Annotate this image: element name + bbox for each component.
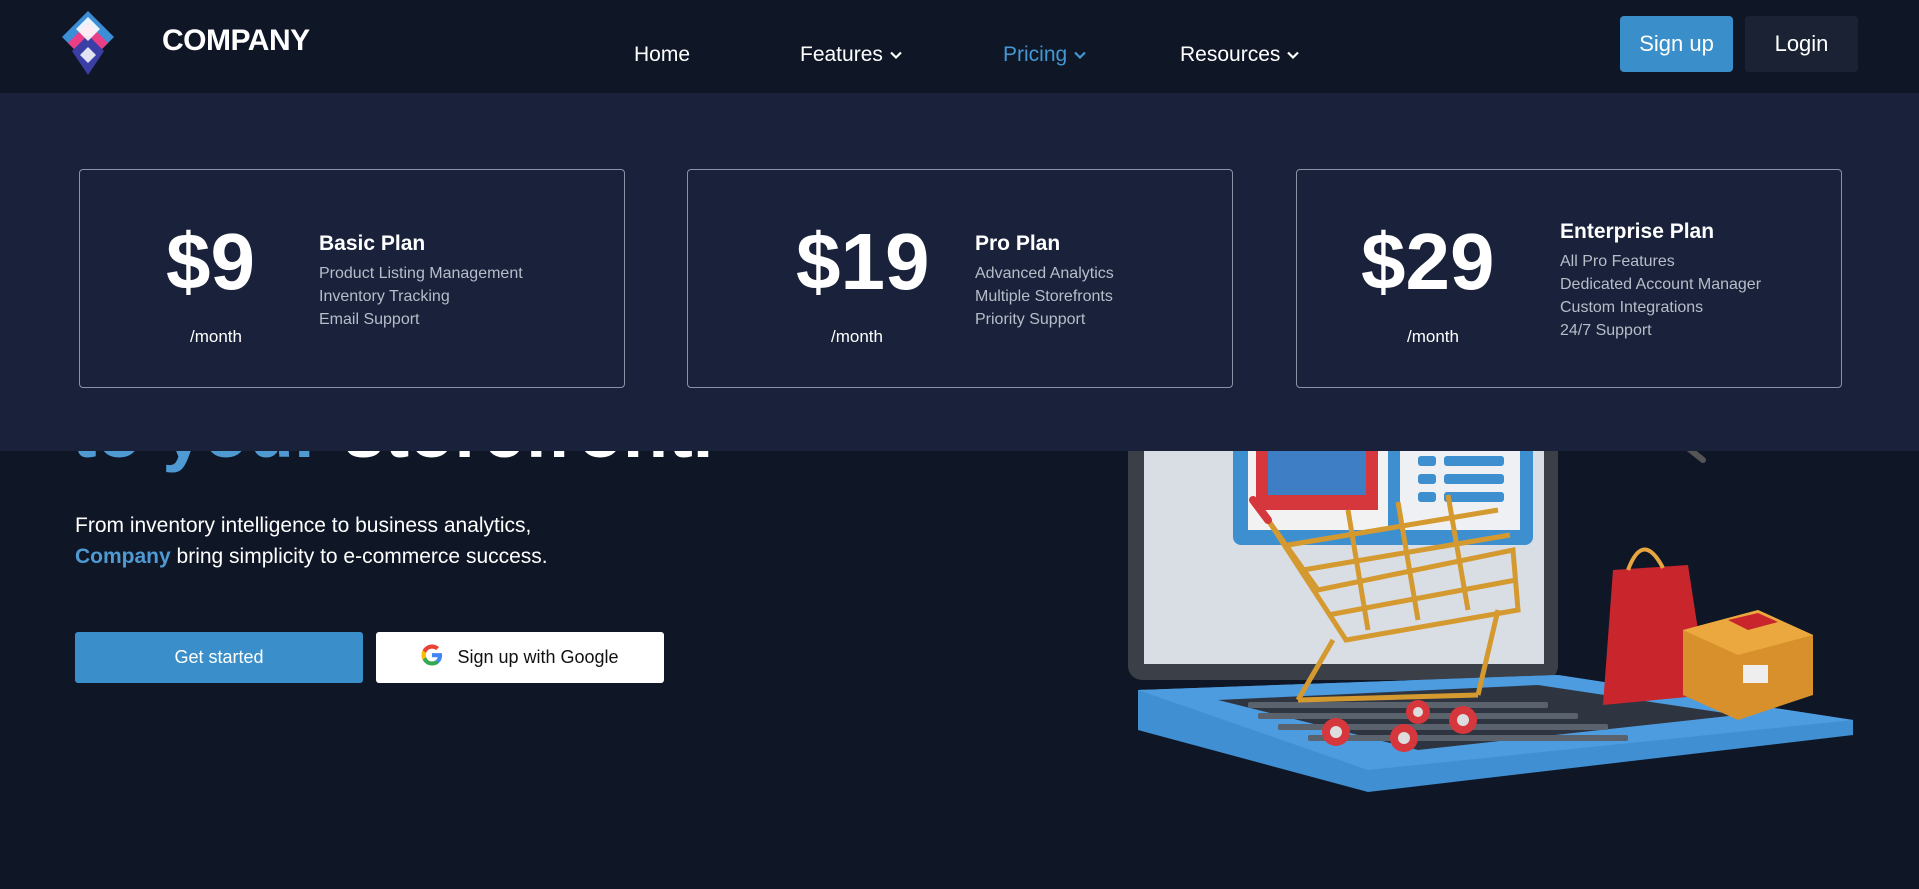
ecommerce-illustration [1128, 430, 1853, 792]
plan-feature: Email Support [319, 311, 420, 328]
plan-feature: Advanced Analytics [975, 265, 1114, 282]
signup-button[interactable]: Sign up [1620, 16, 1733, 72]
pricing-card-enterprise[interactable]: $29 /month Enterprise Plan All Pro Featu… [1296, 169, 1842, 388]
plan-feature: Product Listing Management [319, 265, 523, 282]
hero-subtitle-line2: bring simplicity to e-commerce success. [176, 545, 548, 568]
plan-period: /month [1407, 327, 1459, 346]
pricing-dropdown: $9 /month Basic Plan Product Listing Man… [0, 93, 1919, 451]
nav-resources[interactable]: Resources [1180, 43, 1300, 67]
chevron-down-icon [890, 51, 902, 60]
hero-subtitle: From inventory intelligence to business … [75, 510, 675, 572]
plan-features: Advanced Analytics Multiple Storefronts … [975, 262, 1114, 331]
plan-name: Pro Plan [975, 232, 1061, 255]
chevron-down-icon [1074, 51, 1086, 60]
hero-subtitle-line1: From inventory intelligence to business … [75, 514, 532, 537]
brand-name: COMPANY [162, 24, 310, 57]
plan-feature: Multiple Storefronts [975, 288, 1113, 305]
plan-name: Basic Plan [319, 232, 426, 255]
login-button[interactable]: Login [1745, 16, 1858, 72]
plan-period: /month [190, 327, 242, 346]
plan-feature: 24/7 Support [1560, 322, 1652, 339]
plan-feature: All Pro Features [1560, 253, 1675, 270]
nav-pricing-label: Pricing [1003, 43, 1068, 66]
plan-feature: Dedicated Account Manager [1560, 276, 1762, 293]
plan-price: $9 [166, 217, 255, 306]
plan-feature: Inventory Tracking [319, 288, 450, 305]
plan-feature: Custom Integrations [1560, 299, 1704, 316]
nav-features[interactable]: Features [800, 43, 903, 67]
nav-home[interactable]: Home [634, 43, 690, 67]
plan-features: All Pro Features Dedicated Account Manag… [1560, 250, 1761, 342]
pricing-card-basic[interactable]: $9 /month Basic Plan Product Listing Man… [79, 169, 625, 388]
hero-subtitle-brand: Company [75, 545, 171, 568]
plan-features: Product Listing Management Inventory Tra… [319, 262, 523, 331]
pricing-card-pro[interactable]: $19 /month Pro Plan Advanced Analytics M… [687, 169, 1233, 388]
plan-price: $29 [1361, 217, 1495, 306]
company-logo[interactable] [58, 9, 118, 79]
chevron-down-icon [1287, 51, 1300, 60]
nav-pricing[interactable]: Pricing [1003, 43, 1087, 67]
top-navbar: COMPANY Home Features Pricing Resources … [0, 0, 1919, 93]
plan-feature: Priority Support [975, 311, 1086, 328]
nav-resources-label: Resources [1180, 43, 1281, 66]
get-started-button[interactable]: Get started [75, 632, 363, 683]
google-signup-button[interactable]: Sign up with Google [376, 632, 664, 683]
plan-price: $19 [796, 217, 930, 306]
google-icon [421, 644, 443, 671]
plan-period: /month [831, 327, 883, 346]
nav-home-label: Home [634, 43, 691, 66]
nav-features-label: Features [800, 43, 883, 66]
plan-name: Enterprise Plan [1560, 220, 1715, 243]
google-signup-label: Sign up with Google [457, 647, 619, 667]
